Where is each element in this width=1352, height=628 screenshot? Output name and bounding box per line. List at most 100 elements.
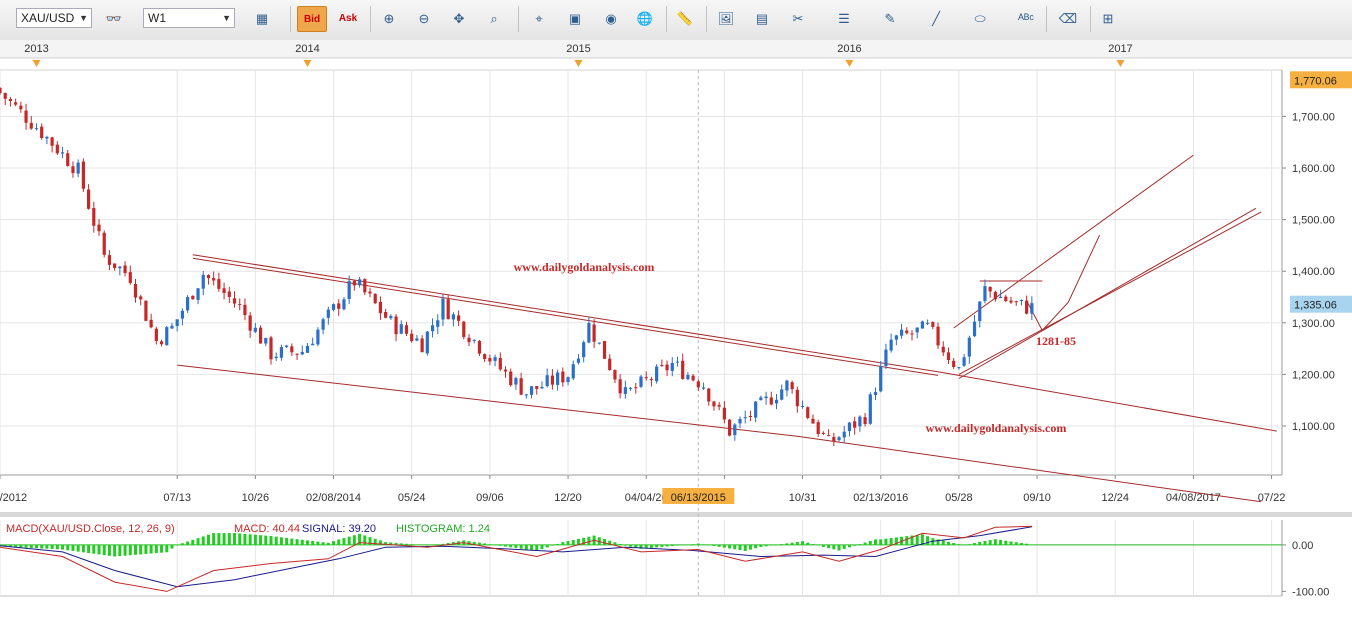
- histogram-bar: [19, 544, 23, 548]
- histogram-bar: [248, 534, 252, 545]
- candle-body: [295, 353, 299, 355]
- histogram-bar: [759, 544, 763, 548]
- candle-body: [212, 278, 216, 281]
- chart-type-icon[interactable]: ▦: [250, 6, 274, 32]
- histogram-bar: [259, 535, 263, 545]
- candle-body: [165, 327, 169, 346]
- histogram-bar: [222, 533, 226, 545]
- histogram-bar: [889, 538, 893, 545]
- histogram-bar: [905, 536, 909, 545]
- candle-body: [998, 296, 1003, 299]
- y-tick-label: 1,100.00: [1292, 421, 1335, 433]
- histogram-bar: [196, 538, 200, 545]
- ellipse-icon[interactable]: ⬭: [968, 6, 992, 32]
- candle-body: [175, 319, 179, 327]
- histogram-bar: [957, 544, 961, 545]
- histogram-bar: [514, 544, 518, 549]
- candle-body: [754, 401, 758, 418]
- histogram-bar: [425, 544, 429, 546]
- search-icon[interactable]: ⌕: [482, 6, 506, 32]
- histogram-bar: [556, 543, 560, 545]
- candle-body: [879, 366, 883, 392]
- histogram-bar: [269, 536, 273, 545]
- candle-body: [1014, 301, 1018, 303]
- x-tick-label: 12/24: [1101, 492, 1129, 504]
- eraser-icon[interactable]: ⌫: [1056, 6, 1080, 32]
- globe-icon[interactable]: 🌐: [633, 6, 657, 32]
- histogram-bar: [545, 544, 549, 548]
- toolbar-divider: [666, 6, 667, 32]
- timeframe-select[interactable]: W1 ▼: [143, 8, 235, 28]
- histogram-bar: [999, 539, 1003, 545]
- candle-body: [8, 99, 13, 101]
- candle-body: [342, 299, 346, 310]
- ask-button[interactable]: Ask: [333, 6, 363, 32]
- candle-body: [107, 255, 112, 265]
- candle-body: [707, 388, 711, 402]
- chevron-down-icon: ▼: [222, 13, 231, 23]
- pan-icon[interactable]: ✥: [447, 6, 471, 32]
- candle-body: [681, 360, 685, 379]
- histogram-bar: [107, 544, 111, 556]
- histogram-bar: [50, 544, 54, 550]
- candle-body: [910, 333, 914, 335]
- histogram-bar: [874, 539, 878, 545]
- histogram-bar: [811, 544, 815, 545]
- text-icon[interactable]: ᴬᴮᶜ: [1014, 6, 1038, 32]
- zoom-in-icon[interactable]: ⊕: [377, 6, 401, 32]
- ruler-icon[interactable]: 📏: [673, 6, 697, 32]
- symbol-select[interactable]: XAU/USD ▼: [16, 8, 92, 28]
- candle-body: [743, 417, 747, 419]
- candle-body: [253, 327, 257, 332]
- histogram-bar: [743, 544, 747, 551]
- candle-body: [827, 435, 831, 437]
- candle-body: [144, 300, 148, 321]
- candle-body: [1009, 300, 1013, 303]
- candle-body: [102, 232, 106, 255]
- watermark-text: www.dailygoldanalysis.com: [926, 421, 1067, 435]
- candle-body: [863, 417, 867, 425]
- line-icon[interactable]: ╱: [924, 6, 948, 32]
- histogram-bar: [962, 544, 966, 546]
- candle-body: [545, 375, 549, 387]
- current-price-label: 1,335.06: [1294, 300, 1337, 312]
- tree-icon[interactable]: ⊞: [1096, 6, 1120, 32]
- candle-body: [853, 421, 857, 428]
- candle-body: [274, 356, 278, 359]
- toolbar-divider: [370, 6, 371, 32]
- tools-icon[interactable]: ✂: [786, 6, 810, 32]
- pen-icon[interactable]: ✎: [878, 6, 902, 32]
- candle-body: [837, 437, 841, 441]
- candle-body: [446, 299, 450, 320]
- histogram-bar: [133, 544, 137, 555]
- indicator-icon[interactable]: 👓: [102, 6, 126, 32]
- histogram-bar: [24, 544, 28, 548]
- histogram-bar: [1019, 542, 1023, 545]
- candle-body: [972, 321, 977, 337]
- histogram-bar: [1030, 544, 1034, 545]
- histogram-bar: [326, 542, 330, 545]
- template-icon[interactable]: ▣: [563, 6, 587, 32]
- candle-body: [800, 406, 805, 408]
- year-label: 2014: [295, 43, 319, 55]
- histogram-bar: [227, 533, 231, 545]
- histogram-bar: [285, 537, 289, 545]
- histogram-bar: [66, 544, 70, 551]
- histogram-bar: [587, 536, 591, 545]
- bars-icon[interactable]: ☰: [832, 6, 856, 32]
- candle-body: [816, 422, 820, 434]
- image-icon[interactable]: 🖼: [714, 6, 738, 32]
- cursor-icon[interactable]: ⌖: [527, 6, 551, 32]
- candle-body: [602, 341, 607, 359]
- palette-icon[interactable]: ◉: [599, 6, 623, 32]
- bid-button[interactable]: Bid: [297, 6, 327, 32]
- candle-body: [722, 407, 726, 420]
- gallery-icon[interactable]: ▤: [750, 6, 774, 32]
- candle-body: [201, 274, 205, 289]
- zoom-out-icon[interactable]: ⊖: [412, 6, 436, 32]
- candle-body: [561, 371, 565, 383]
- candle-body: [1025, 300, 1029, 314]
- price-chart[interactable]: 2013 2014 2015 2016 2017 11/17/2012 07/13 10/26…: [0, 40, 1352, 628]
- histogram-bar: [352, 535, 356, 545]
- x-tick-label: 10/26: [242, 492, 270, 504]
